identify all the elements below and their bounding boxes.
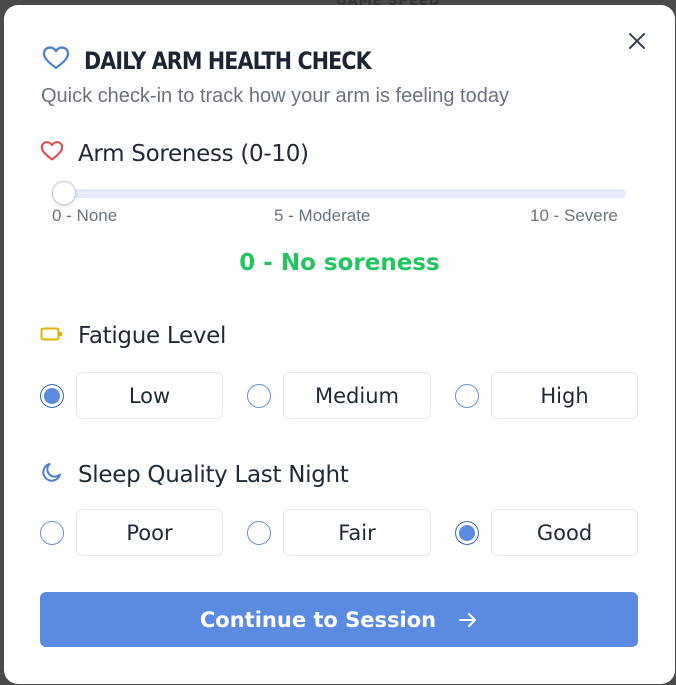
arrow-right-icon (458, 611, 478, 629)
fatigue-label: Fatigue Level (78, 323, 227, 349)
battery-icon (40, 326, 64, 347)
fatigue-heading: Fatigue Level (40, 323, 226, 349)
sleep-option-good[interactable]: Good (491, 509, 638, 556)
fatigue-radio-medium[interactable] (247, 384, 271, 408)
scale-label-max: 10 - Severe (530, 206, 618, 225)
sleep-radio-poor[interactable] (40, 521, 64, 545)
soreness-heading: Arm Soreness (0-10) (40, 140, 309, 167)
continue-label: Continue to Session (199, 607, 437, 632)
sleep-label: Sleep Quality Last Night (78, 461, 349, 488)
page-title: DAILY ARM HEALTH CHECK (84, 46, 372, 75)
close-icon (628, 32, 646, 55)
heart-icon (42, 45, 70, 76)
fatigue-option-medium[interactable]: Medium (283, 372, 431, 419)
fatigue-option-low[interactable]: Low (76, 372, 223, 419)
scale-label-min: 0 - None (52, 206, 118, 225)
soreness-value-text: 0 - No soreness (239, 250, 440, 276)
scale-label-mid: 5 - Moderate (274, 206, 371, 225)
sleep-radio-good[interactable] (455, 521, 479, 545)
sleep-heading: Sleep Quality Last Night (40, 460, 349, 489)
modal-header: DAILY ARM HEALTH CHECK (42, 45, 418, 76)
sleep-radio-fair[interactable] (247, 521, 271, 545)
soreness-label: Arm Soreness (0-10) (78, 140, 309, 167)
moon-icon (40, 460, 64, 489)
arm-health-modal: DAILY ARM HEALTH CHECK Quick check-in to… (4, 5, 675, 684)
soreness-slider-track[interactable] (52, 189, 626, 198)
subtitle: Quick check-in to track how your arm is … (41, 85, 509, 107)
continue-button[interactable]: Continue to Session (40, 592, 638, 647)
fatigue-radio-high[interactable] (455, 384, 479, 408)
fatigue-radio-low[interactable] (40, 384, 64, 408)
close-button[interactable] (625, 31, 649, 55)
heart-icon (40, 140, 64, 167)
sleep-option-poor[interactable]: Poor (76, 509, 223, 556)
soreness-slider-thumb[interactable] (52, 181, 76, 205)
fatigue-option-high[interactable]: High (491, 372, 638, 419)
sleep-option-fair[interactable]: Fair (283, 509, 431, 556)
